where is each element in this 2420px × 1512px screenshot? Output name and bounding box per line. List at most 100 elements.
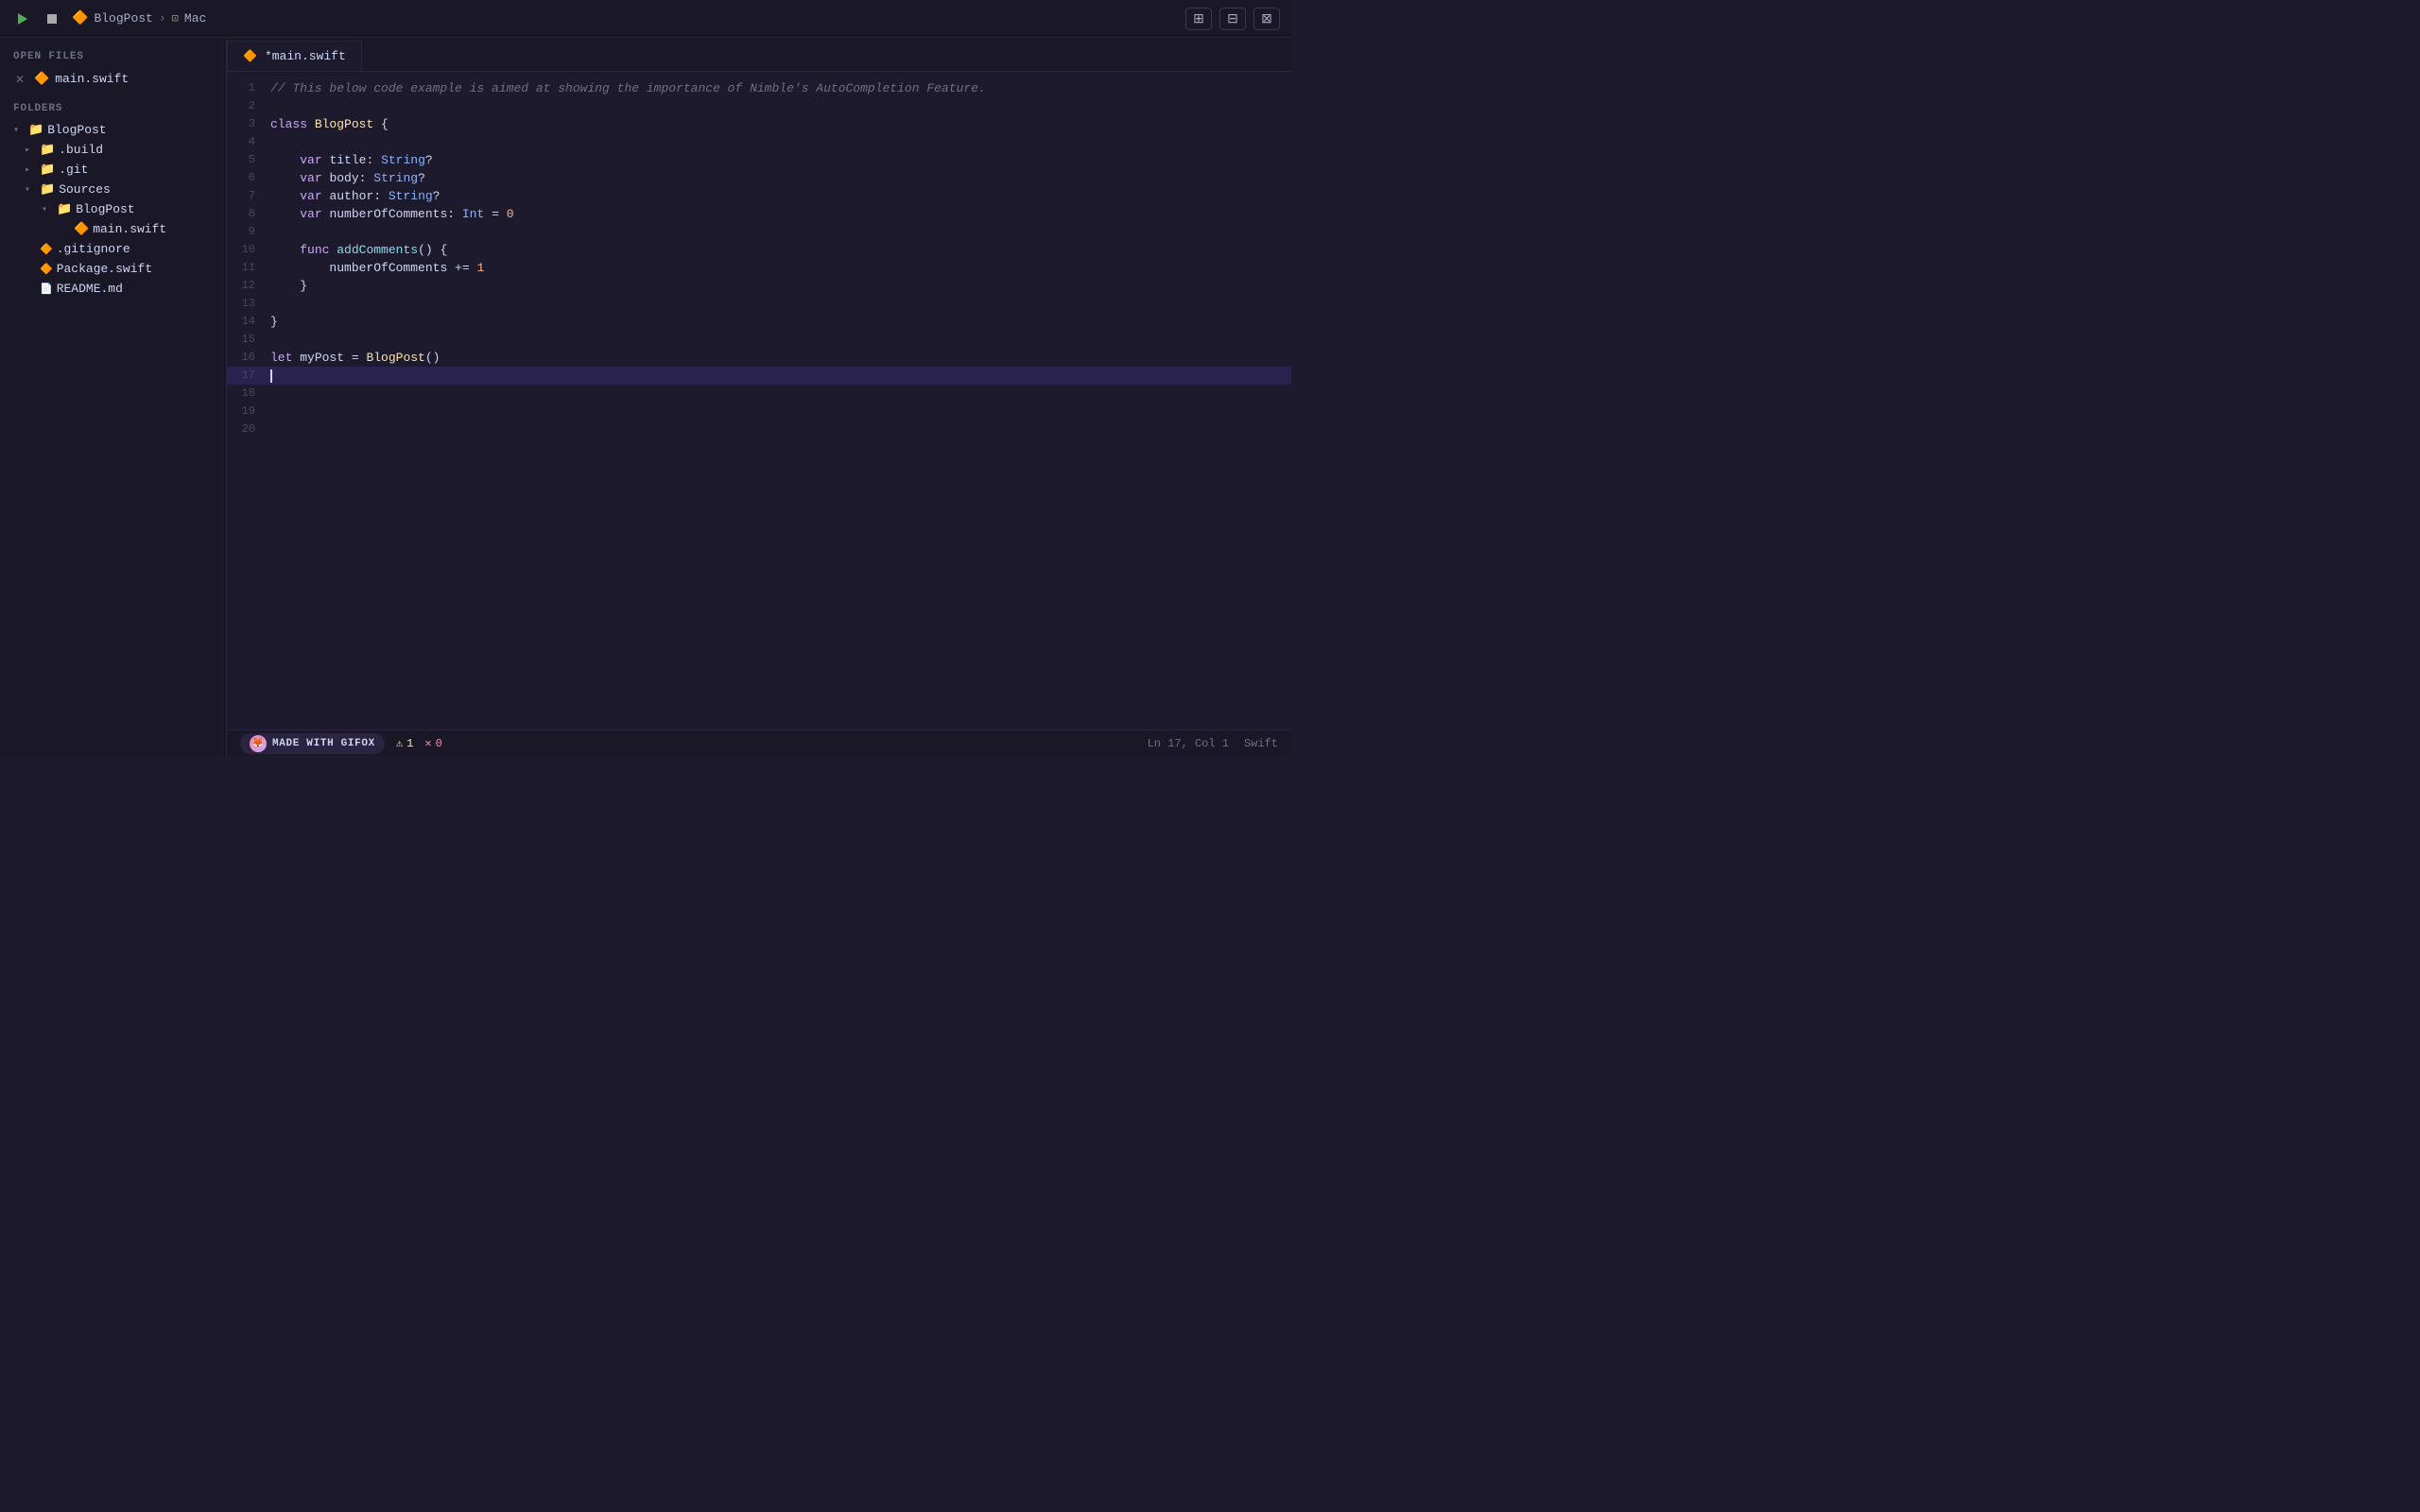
layout-btn-1[interactable]: ⊞: [1185, 8, 1212, 30]
line-number: 4: [227, 133, 267, 151]
line-number: 9: [227, 223, 267, 241]
chevron-right-icon: ▸: [25, 164, 36, 176]
gifox-badge[interactable]: 🦊 MADE WITH GIFOX: [240, 733, 385, 754]
line-number: 20: [227, 421, 267, 438]
sidebar: OPEN FILES ✕ 🔶 main.swift FOLDERS ▾ 📁 Bl…: [0, 38, 227, 756]
code-line: 10 func addComments() {: [227, 241, 1291, 259]
tree-item-main-swift[interactable]: 🔶 main.swift: [0, 219, 226, 239]
code-content: [267, 133, 1291, 151]
code-line: 16 let myPost = BlogPost(): [227, 349, 1291, 367]
code-line-active: 17: [227, 367, 1291, 385]
statusbar-right: Ln 17, Col 1 Swift: [1148, 737, 1278, 750]
code-line: 11 numberOfComments += 1: [227, 259, 1291, 277]
line-number: 3: [227, 115, 267, 133]
close-file-button[interactable]: ✕: [13, 73, 26, 86]
tree-item-sources-blogpost[interactable]: ▾ 📁 BlogPost: [0, 199, 226, 219]
code-content: func addComments() {: [267, 241, 1291, 259]
line-number: 2: [227, 97, 267, 115]
code-content: var title: String?: [267, 151, 1291, 169]
tree-item-git[interactable]: ▸ 📁 .git: [0, 160, 226, 180]
line-number: 13: [227, 295, 267, 313]
line-number: 14: [227, 313, 267, 331]
tab-main-swift[interactable]: 🔶 *main.swift: [227, 41, 362, 71]
chevron-down-icon: ▾: [42, 204, 53, 215]
code-content: numberOfComments += 1: [267, 259, 1291, 277]
tree-item-package-swift[interactable]: 🔶 Package.swift: [0, 259, 226, 279]
chevron-right-icon: ▸: [25, 145, 36, 156]
swift-file-icon: 🔶: [74, 222, 89, 236]
swift-breadcrumb-icon: 🔶: [72, 10, 88, 26]
code-content: [267, 295, 1291, 313]
line-number: 6: [227, 169, 267, 187]
line-number: 19: [227, 403, 267, 421]
code-line: 4: [227, 133, 1291, 151]
line-number: 7: [227, 187, 267, 205]
tree-item-blogpost-root[interactable]: ▾ 📁 BlogPost: [0, 120, 226, 140]
code-content: [267, 97, 1291, 115]
stop-button[interactable]: [42, 9, 62, 29]
code-content: [267, 385, 1291, 403]
code-content: }: [267, 313, 1291, 331]
layout-btn-3[interactable]: ⊠: [1253, 8, 1280, 30]
line-number: 11: [227, 259, 267, 277]
tree-item-label: Sources: [59, 182, 111, 197]
line-number: 5: [227, 151, 267, 169]
error-icon: ✕: [424, 736, 431, 750]
tree-item-label: main.swift: [93, 222, 166, 236]
breadcrumb-target[interactable]: Mac: [184, 11, 206, 26]
titlebar: 🔶 BlogPost › ⊡ Mac ⊞ ⊟ ⊠: [0, 0, 1291, 38]
play-button[interactable]: [11, 9, 32, 29]
editor-area: 🔶 *main.swift 1 // This below code examp…: [227, 38, 1291, 756]
code-line: 2: [227, 97, 1291, 115]
chevron-down-icon: ▾: [13, 125, 25, 136]
code-line: 20: [227, 421, 1291, 438]
line-number: 15: [227, 331, 267, 349]
code-content: // This below code example is aimed at s…: [267, 79, 1291, 97]
line-number: 18: [227, 385, 267, 403]
code-editor[interactable]: 1 // This below code example is aimed at…: [227, 72, 1291, 730]
tab-bar: 🔶 *main.swift: [227, 38, 1291, 72]
open-file-main-swift[interactable]: ✕ 🔶 main.swift: [0, 68, 226, 90]
code-content: [267, 367, 1291, 385]
errors-badge[interactable]: ✕ 0: [424, 736, 441, 750]
code-line: 19: [227, 403, 1291, 421]
code-content: [267, 421, 1291, 438]
warnings-badge[interactable]: ⚠ 1: [396, 736, 413, 750]
breadcrumb: 🔶 BlogPost › ⊡ Mac: [72, 10, 206, 26]
code-line: 3 class BlogPost {: [227, 115, 1291, 133]
tree-item-build[interactable]: ▸ 📁 .build: [0, 140, 226, 160]
tab-swift-icon: 🔶: [243, 49, 257, 63]
code-content: }: [267, 277, 1291, 295]
code-line: 13: [227, 295, 1291, 313]
gifox-label: MADE WITH GIFOX: [272, 738, 375, 749]
titlebar-right: ⊞ ⊟ ⊠: [1185, 8, 1280, 30]
tree-item-sources[interactable]: ▾ 📁 Sources: [0, 180, 226, 199]
code-line: 8 var numberOfComments: Int = 0: [227, 205, 1291, 223]
tab-label: *main.swift: [265, 49, 346, 63]
line-number: 12: [227, 277, 267, 295]
line-number: 17: [227, 367, 267, 385]
cursor-position: Ln 17, Col 1: [1148, 737, 1229, 750]
tree-item-label: .build: [59, 143, 103, 157]
warning-icon: ⚠: [396, 736, 403, 750]
code-line: 6 var body: String?: [227, 169, 1291, 187]
mac-icon: ⊡: [172, 11, 179, 26]
code-content: class BlogPost {: [267, 115, 1291, 133]
folders-label: FOLDERS: [0, 90, 226, 120]
code-line: 5 var title: String?: [227, 151, 1291, 169]
folder-icon: 📁: [40, 143, 55, 157]
breadcrumb-project[interactable]: BlogPost: [94, 11, 152, 26]
tree-item-readme[interactable]: 📄 README.md: [0, 279, 226, 299]
code-line: 14 }: [227, 313, 1291, 331]
layout-btn-2[interactable]: ⊟: [1219, 8, 1246, 30]
code-content: var body: String?: [267, 169, 1291, 187]
statusbar-left: 🦊 MADE WITH GIFOX ⚠ 1 ✕ 0: [240, 733, 442, 754]
code-line: 12 }: [227, 277, 1291, 295]
tree-item-label: BlogPost: [76, 202, 134, 216]
main-area: OPEN FILES ✕ 🔶 main.swift FOLDERS ▾ 📁 Bl…: [0, 38, 1291, 756]
tree-item-gitignore[interactable]: 🔶 .gitignore: [0, 239, 226, 259]
code-line: 7 var author: String?: [227, 187, 1291, 205]
tree-item-label: README.md: [57, 282, 123, 296]
titlebar-left: 🔶 BlogPost › ⊡ Mac: [11, 9, 206, 29]
language-indicator[interactable]: Swift: [1244, 737, 1278, 750]
